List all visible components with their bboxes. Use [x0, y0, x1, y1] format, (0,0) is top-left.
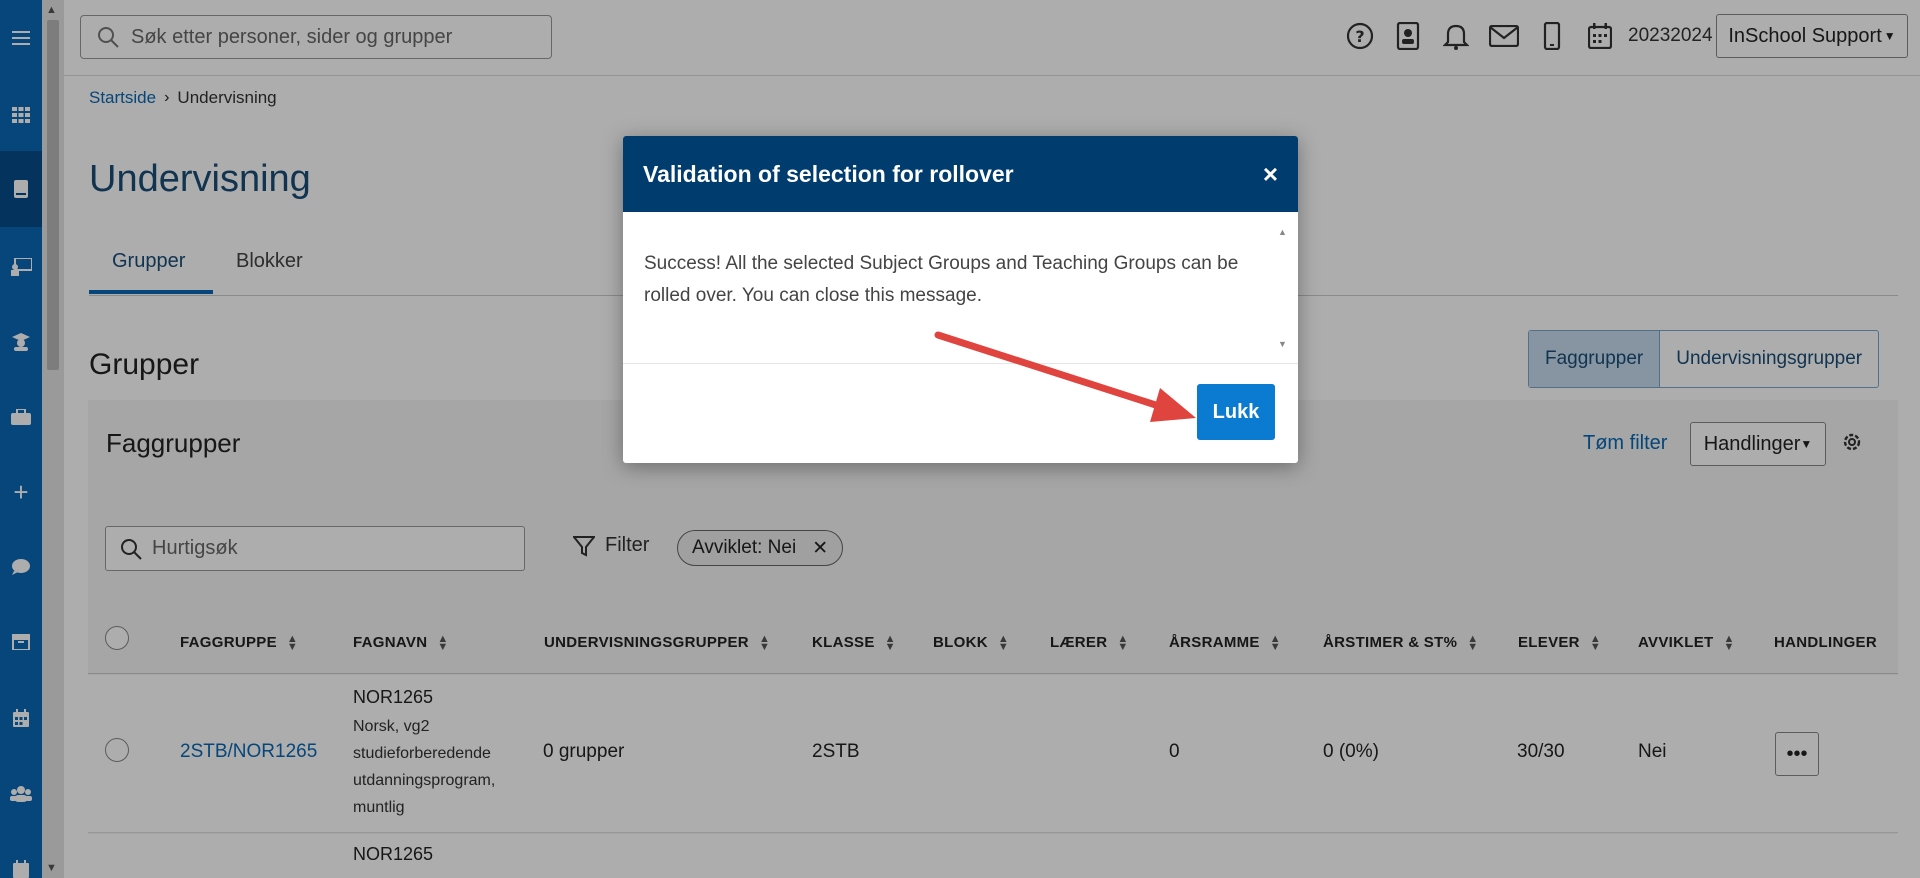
dialog-message: Success! All the selected Subject Groups…: [644, 253, 1239, 306]
dialog-scrollbar[interactable]: ▲ ▼: [1278, 216, 1292, 360]
dialog-title: Validation of selection for rollover: [643, 160, 1014, 187]
dialog-footer: Lukk: [623, 364, 1298, 463]
lukk-button[interactable]: Lukk: [1197, 384, 1275, 440]
rollover-validation-dialog: Validation of selection for rollover × S…: [623, 136, 1298, 463]
dialog-body: Success! All the selected Subject Groups…: [623, 212, 1298, 364]
close-icon[interactable]: ×: [1263, 159, 1278, 190]
dialog-header: Validation of selection for rollover ×: [623, 136, 1298, 212]
